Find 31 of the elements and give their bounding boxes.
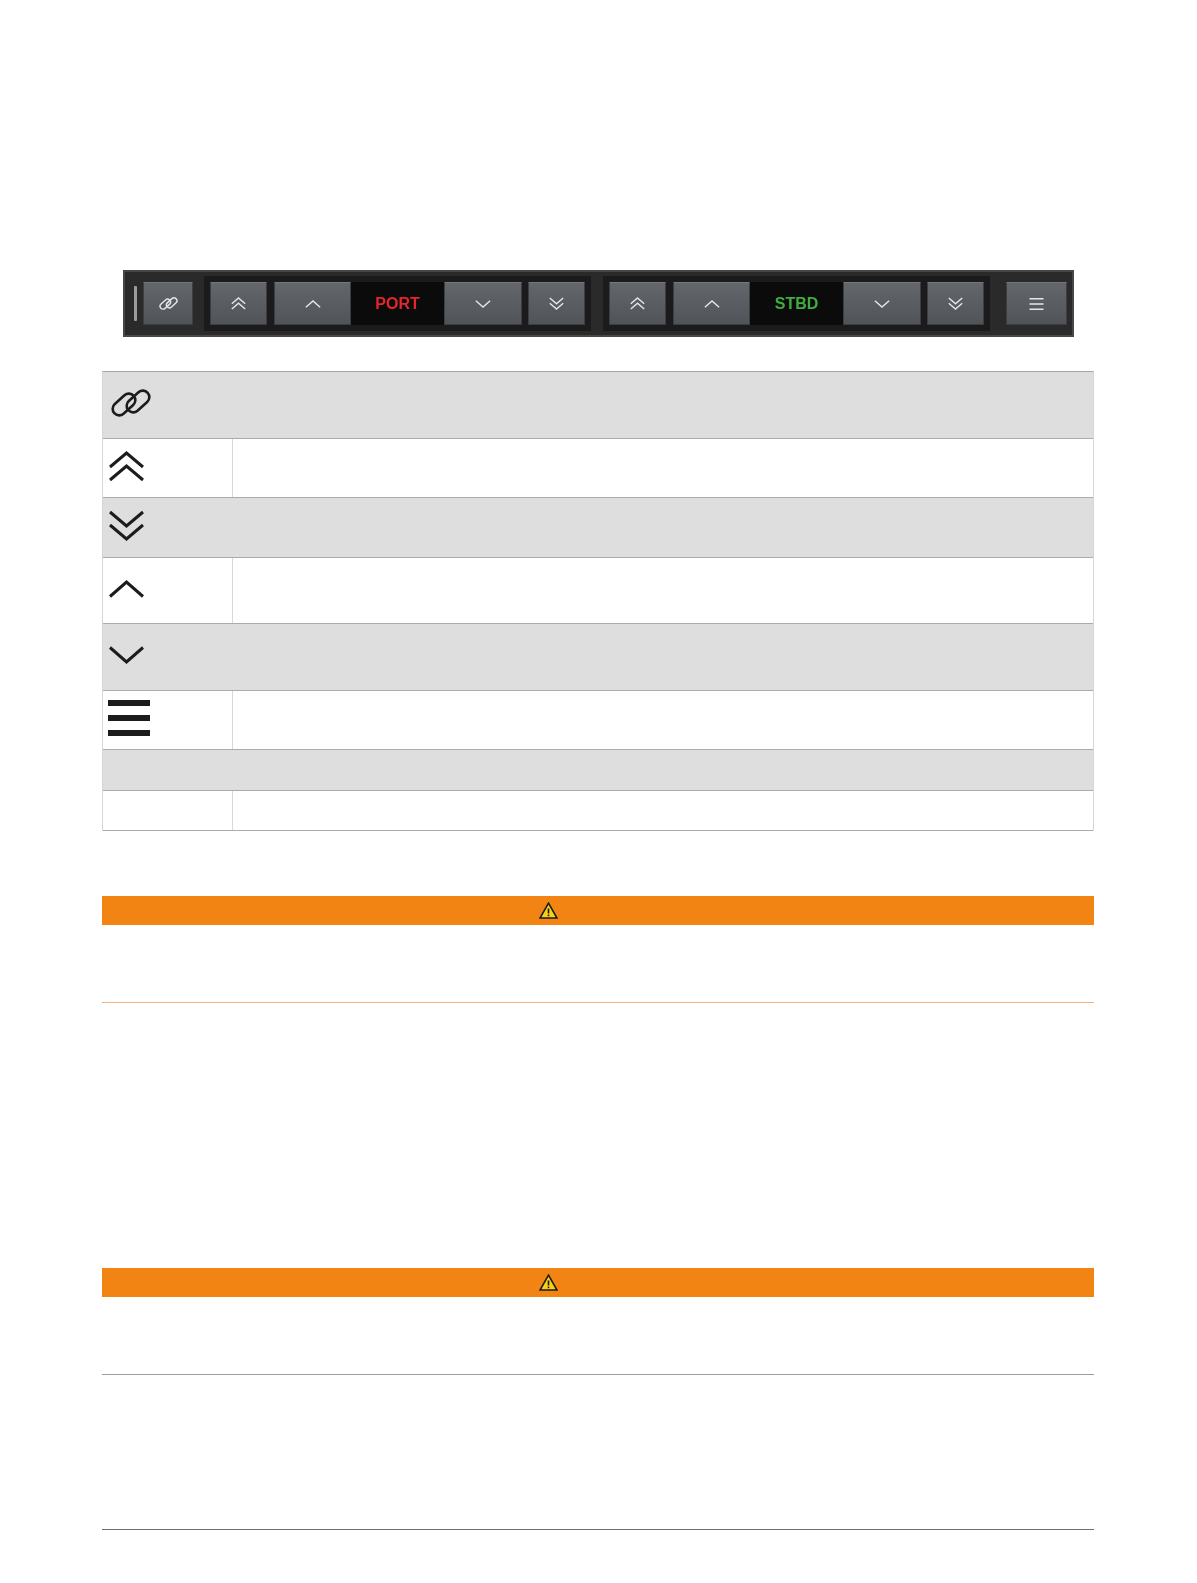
up-button[interactable] [673, 282, 751, 325]
chevron-down-icon [108, 646, 145, 664]
vertical-bar-icon [133, 286, 138, 321]
side-label: PORT [351, 282, 445, 325]
fast-down-button[interactable] [528, 282, 586, 325]
double-chevron-up-icon [108, 450, 145, 482]
fast-down-button[interactable] [927, 282, 985, 325]
double-chevron-down-icon [948, 297, 964, 310]
chevron-down-icon [874, 299, 891, 308]
link-icon [157, 296, 179, 311]
chevron-up-icon [108, 579, 145, 598]
warning-icon [539, 902, 558, 919]
link-button[interactable] [143, 282, 194, 325]
chevron-up-icon [304, 299, 321, 308]
fast-up-button[interactable] [609, 282, 667, 325]
side-label: STBD [750, 282, 844, 325]
chevron-down-icon [475, 299, 492, 308]
double-chevron-up-icon [630, 297, 646, 310]
menu-icon [1027, 297, 1045, 310]
chevron-up-icon [703, 299, 720, 308]
fast-up-button[interactable] [210, 282, 268, 325]
menu-button[interactable] [1006, 282, 1067, 325]
double-chevron-down-icon [108, 510, 145, 541]
warning-icon [539, 1274, 558, 1291]
double-chevron-down-icon [549, 297, 565, 310]
menu-icon [108, 700, 150, 736]
down-button[interactable] [444, 282, 523, 325]
link-icon [108, 387, 154, 419]
up-button[interactable] [274, 282, 352, 325]
down-button[interactable] [843, 282, 922, 325]
double-chevron-up-icon [231, 297, 247, 310]
